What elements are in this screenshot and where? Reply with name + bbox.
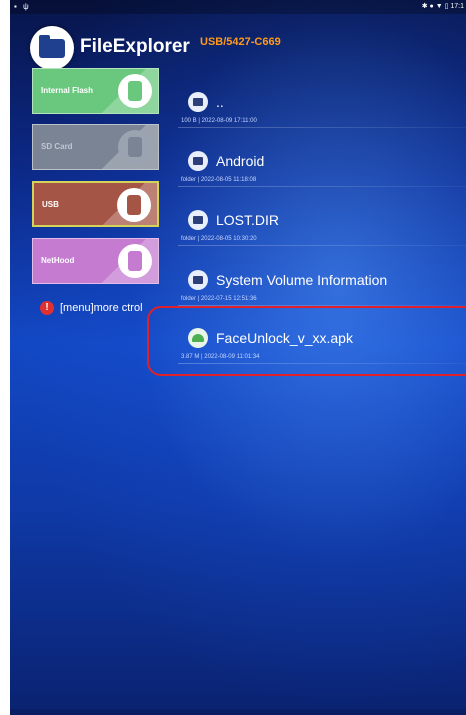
device-usb[interactable]: USB [32,181,159,227]
file-name: System Volume Information [216,272,388,288]
file-meta: 100 B | 2022-08-09 17:11:00 [181,118,257,124]
file-explorer-screen: ▪ ψ ✱ ● ▼ ▯ 17:1 FileExplorer USB/5427-C… [10,0,466,715]
folder-icon [188,270,208,290]
device-nethood[interactable]: NetHood [32,238,159,284]
current-path: USB/5427-C669 [200,36,281,48]
folder-app-icon [30,26,74,70]
hint-text: [menu]more ctrol [60,301,143,314]
menu-hint: ! [menu]more ctrol [40,301,143,315]
file-meta: folder | 2022-08-05 11:18:08 [181,177,257,183]
device-label: NetHood [41,256,75,265]
chip-icon [118,74,152,108]
file-item-parent[interactable]: .. 100 B | 2022-08-09 17:11:00 [178,86,466,140]
file-meta: folder | 2022-07-15 12:51:36 [181,296,257,302]
status-right-info: ✱ ● ▼ ▯ 17:1 [421,3,464,10]
divider [178,245,466,246]
app-header: FileExplorer USB/5427-C669 [10,14,466,70]
bottom-frame [10,709,466,715]
sdcard-icon [118,130,152,164]
file-name: LOST.DIR [216,212,280,228]
file-name: Android [216,153,265,169]
file-item-android[interactable]: Android folder | 2022-08-05 11:18:08 [178,145,466,199]
divider [178,127,466,128]
app-title: FileExplorer [80,36,190,57]
folder-icon [188,210,208,230]
device-internal-flash[interactable]: Internal Flash [32,68,159,114]
usb-icon [117,188,151,222]
device-label: Internal Flash [41,86,94,95]
network-icon [118,244,152,278]
device-label: SD Card [41,142,73,151]
status-bar: ▪ ψ ✱ ● ▼ ▯ 17:1 [10,0,466,14]
file-item-lost-dir[interactable]: LOST.DIR folder | 2022-08-05 10:30:20 [178,204,466,258]
device-sd-card[interactable]: SD Card [32,124,159,170]
file-meta: folder | 2022-08-05 10:30:20 [181,236,257,242]
folder-icon [188,92,208,112]
selection-highlight [147,306,466,376]
exclamation-icon: ! [40,301,54,315]
device-label: USB [42,200,59,209]
divider [178,186,466,187]
status-left-icons: ▪ ψ [14,2,31,11]
file-name: .. [216,94,224,110]
folder-icon [188,151,208,171]
